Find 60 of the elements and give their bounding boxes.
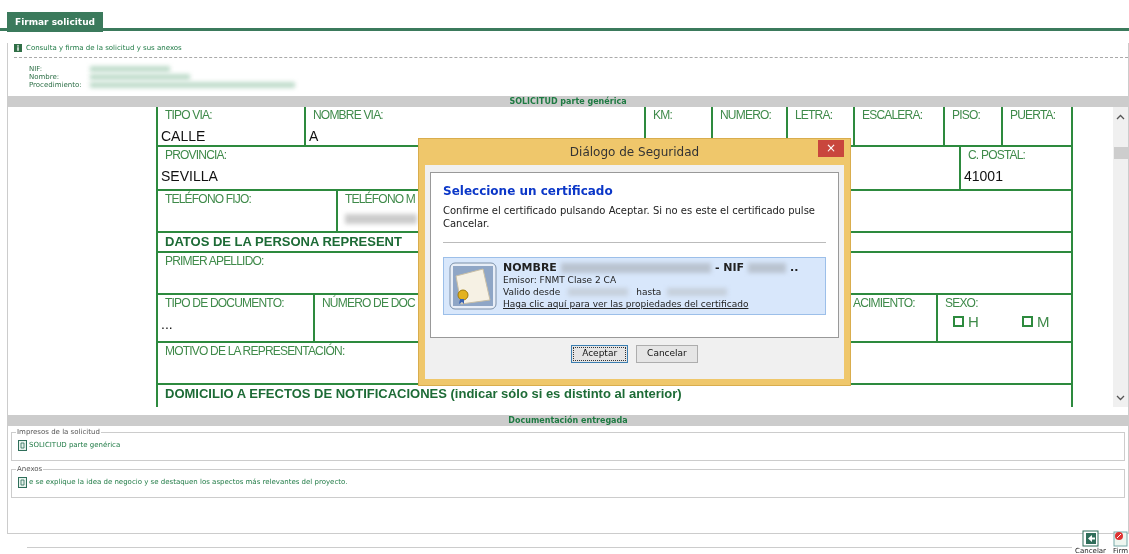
field-label: NÚMERO DE DOC	[322, 294, 415, 310]
scrollbar[interactable]	[1113, 106, 1128, 407]
field-value: ...	[161, 315, 174, 332]
pen-icon	[1112, 530, 1129, 547]
ellipsis-text: ..	[790, 262, 799, 274]
field-label: C. POSTAL:	[968, 146, 1026, 162]
redacted-value	[345, 213, 417, 224]
field-label: ACIMIENTO:	[853, 294, 915, 310]
checkbox-label: M	[1037, 313, 1049, 329]
certificate-nif-label: - NIF	[714, 262, 745, 274]
field-label: NOMBRE VIA:	[313, 106, 383, 122]
document-icon[interactable]	[18, 476, 27, 488]
field-label: TELÉFONO FIJO:	[165, 190, 252, 206]
field-label: NUMERO:	[720, 106, 772, 122]
exit-icon	[1082, 530, 1100, 547]
section-heading: DOMICILIO A EFECTOS DE NOTIFICACIONES (indicar sólo si es distinto al anterior)	[165, 384, 682, 402]
field-value: 41001	[964, 167, 1004, 184]
certificate-item[interactable]: NOMBRE - NIF .. Emisor: FNMT Clase 2 CA Valido desde hasta Haga clic aquí para ver las propiedades del certificado	[443, 257, 826, 315]
checkbox[interactable]	[1022, 315, 1034, 327]
certificate-icon	[449, 262, 497, 310]
field-label: ESCALERA:	[862, 106, 923, 122]
redacted-value	[748, 263, 787, 273]
valid-from-label: Valido desde	[503, 286, 561, 298]
document-icon[interactable]	[18, 439, 27, 451]
info-icon	[14, 44, 22, 53]
field-label: LETRA:	[795, 106, 833, 122]
certificate-properties-link[interactable]: Haga clic aquí para ver las propiedades del certificado	[503, 299, 749, 309]
tab[interactable]: Firmar solicitud	[7, 12, 103, 32]
section-heading: DATOS DE LA PERSONA REPRESENT	[165, 232, 402, 250]
field-label: TIPO VIA:	[165, 106, 212, 122]
checkbox[interactable]	[953, 315, 964, 327]
dialog-message: Confirme el certificado pulsando Aceptar. Si no es este el certificado pulse Cancelar.	[443, 204, 816, 230]
scroll-down-icon[interactable]	[1116, 394, 1125, 401]
dialog-heading: Seleccione un certificado	[443, 183, 614, 200]
field-label: SEXO:	[945, 294, 978, 310]
field-label: TIPO DE DOCUMENTO:	[165, 294, 284, 310]
field-label: PROVINCIA:	[165, 146, 227, 162]
field-value: CALLE	[161, 127, 207, 144]
redacted-value	[568, 288, 629, 296]
field-label: TELÉFONO M	[345, 190, 415, 206]
certificate-name-label: NOMBRE	[503, 262, 557, 274]
scroll-up-icon[interactable]	[1116, 113, 1125, 120]
field-label: PISO:	[952, 106, 980, 122]
dialog-button[interactable]: Aceptar	[571, 345, 629, 363]
dialog-button[interactable]: Cancelar	[636, 345, 698, 363]
field-label: MOTIVO DE LA REPRESENTACIÓN:	[165, 342, 345, 358]
field-value: SEVILLA	[161, 167, 219, 184]
certificate-issuer: Emisor: FNMT Clase 2 CA	[503, 274, 618, 286]
dialog-title: Diálogo de Seguridad	[569, 144, 700, 161]
redacted-value	[667, 288, 728, 296]
field-label: KM:	[653, 106, 672, 122]
checkbox-label: H	[968, 313, 979, 329]
scroll-thumb[interactable]	[1114, 146, 1128, 159]
field-label: PUERTA:	[1010, 106, 1056, 122]
section-header: SOLICITUD parte genérica	[8, 95, 1128, 107]
section-header: Documentación entregada	[8, 414, 1128, 426]
close-button[interactable]: ×	[818, 140, 844, 157]
field-label: PRIMER APELLIDO:	[165, 252, 264, 268]
valid-to-label: hasta	[636, 286, 662, 298]
field-value: A	[309, 127, 320, 144]
